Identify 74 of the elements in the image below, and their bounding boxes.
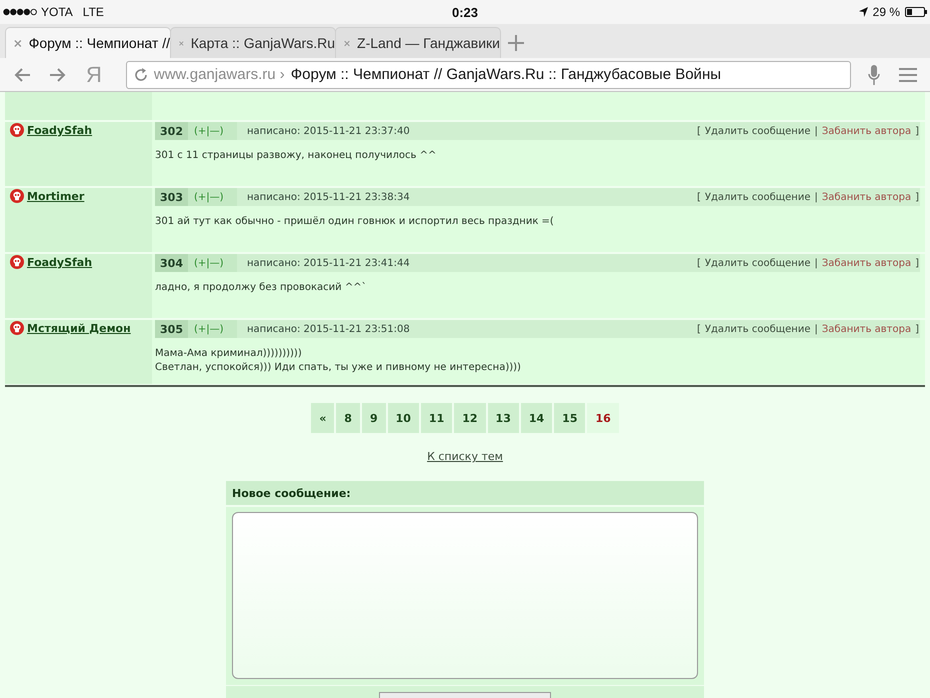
menu-icon[interactable]	[898, 68, 917, 82]
link-separator: |	[814, 192, 818, 202]
page-link[interactable]: 10	[388, 403, 419, 433]
post-date: написано: 2015-11-21 23:51:08	[246, 322, 411, 336]
battery-percent: 29 %	[872, 5, 900, 19]
close-bracket: ]	[915, 324, 919, 334]
post-number: 303	[155, 188, 188, 206]
delete-message-link[interactable]: Удалить сообщение	[704, 192, 810, 202]
close-icon[interactable]	[14, 38, 22, 48]
close-bracket: ]	[915, 192, 919, 202]
skull-icon	[10, 255, 24, 269]
page-link[interactable]: 12	[454, 403, 486, 433]
page-link[interactable]: 11	[420, 403, 452, 433]
page-link[interactable]: 16	[587, 403, 619, 433]
location-arrow-icon	[858, 7, 868, 17]
author-link[interactable]: Mortimer	[27, 190, 84, 204]
network-type: LTE	[82, 5, 104, 19]
message-text: ладно, я продолжу без провокасий ^^`	[155, 281, 368, 295]
post-number: 304	[155, 254, 188, 272]
open-bracket: [	[697, 126, 701, 136]
skull-icon	[10, 321, 24, 335]
battery-icon	[905, 7, 927, 17]
link-separator: |	[814, 324, 818, 334]
close-icon[interactable]	[179, 38, 184, 48]
page-link[interactable]: 15	[554, 403, 586, 433]
page-link[interactable]: 13	[488, 403, 519, 433]
forward-arrow-icon[interactable]	[49, 68, 66, 82]
skull-icon	[10, 189, 24, 203]
post-number: 305	[155, 320, 188, 338]
back-arrow-icon[interactable]	[14, 68, 31, 82]
new-message-header: Новое сообщение:	[226, 481, 704, 505]
open-bracket: [	[697, 192, 701, 202]
link-separator: |	[814, 126, 818, 136]
post-date: написано: 2015-11-21 23:41:44	[246, 256, 411, 270]
microphone-icon[interactable]	[868, 64, 880, 84]
ban-author-link[interactable]: Забанить автора	[822, 126, 912, 136]
delete-message-link[interactable]: Удалить сообщение	[704, 324, 810, 334]
address-bar[interactable]: www.ganjawars.ru › Форум :: Чемпионат // GanjaWars.Ru :: Ганджубасовые Войны	[126, 60, 851, 88]
partial-button[interactable]	[379, 692, 551, 698]
ban-author-link[interactable]: Забанить автора	[822, 258, 912, 268]
page-link[interactable]: 9	[362, 403, 386, 433]
close-bracket: ]	[915, 258, 919, 268]
reload-icon[interactable]	[134, 68, 148, 82]
ban-author-link[interactable]: Забанить автора	[822, 324, 912, 334]
page-link[interactable]: 8	[336, 403, 360, 433]
browser-tab[interactable]: Z-Land — Ганджавики	[335, 27, 501, 58]
carrier-name: YOTA	[41, 5, 73, 19]
skull-icon	[10, 123, 24, 137]
close-bracket: ]	[915, 126, 919, 136]
new-tab-plus-icon[interactable]	[508, 35, 524, 51]
post-date: написано: 2015-11-21 23:37:40	[246, 124, 411, 138]
message-text: 301 ай тут как обычно - пришёл один говнюк и испортил весь праздник =(	[155, 215, 555, 229]
clock: 0:23	[452, 4, 478, 20]
post-date: написано: 2015-11-21 23:38:34	[246, 190, 411, 204]
author-link[interactable]: FoadySfah	[27, 256, 92, 270]
author-link[interactable]: Мстящий Демон	[27, 322, 131, 336]
post-number: 302	[155, 122, 188, 140]
message-text: 301 с 11 страницы развожу, наконец получилось ^^	[155, 149, 438, 163]
open-bracket: [	[697, 258, 701, 268]
message-text: Светлан, успокойся))) Иди спать, ты уже и пивному не интересна))))	[155, 361, 522, 375]
close-icon[interactable]	[344, 38, 350, 48]
signal-icon	[3, 8, 37, 16]
page-link[interactable]: «	[311, 403, 334, 433]
delete-message-link[interactable]: Удалить сообщение	[704, 258, 810, 268]
page-link[interactable]: 14	[520, 403, 552, 433]
link-separator: |	[814, 258, 818, 268]
browser-tab[interactable]: Форум :: Чемпионат //	[5, 27, 171, 58]
topic-list-link[interactable]: К списку тем	[427, 450, 503, 464]
message-text: Мама-Ама криминал))))))))))	[155, 347, 303, 361]
open-bracket: [	[697, 324, 701, 334]
browser-tab[interactable]: Карта :: GanjaWars.Ru	[170, 27, 336, 58]
author-link[interactable]: FoadySfah	[27, 124, 92, 138]
ban-author-link[interactable]: Забанить автора	[822, 192, 912, 202]
delete-message-link[interactable]: Удалить сообщение	[704, 126, 810, 136]
